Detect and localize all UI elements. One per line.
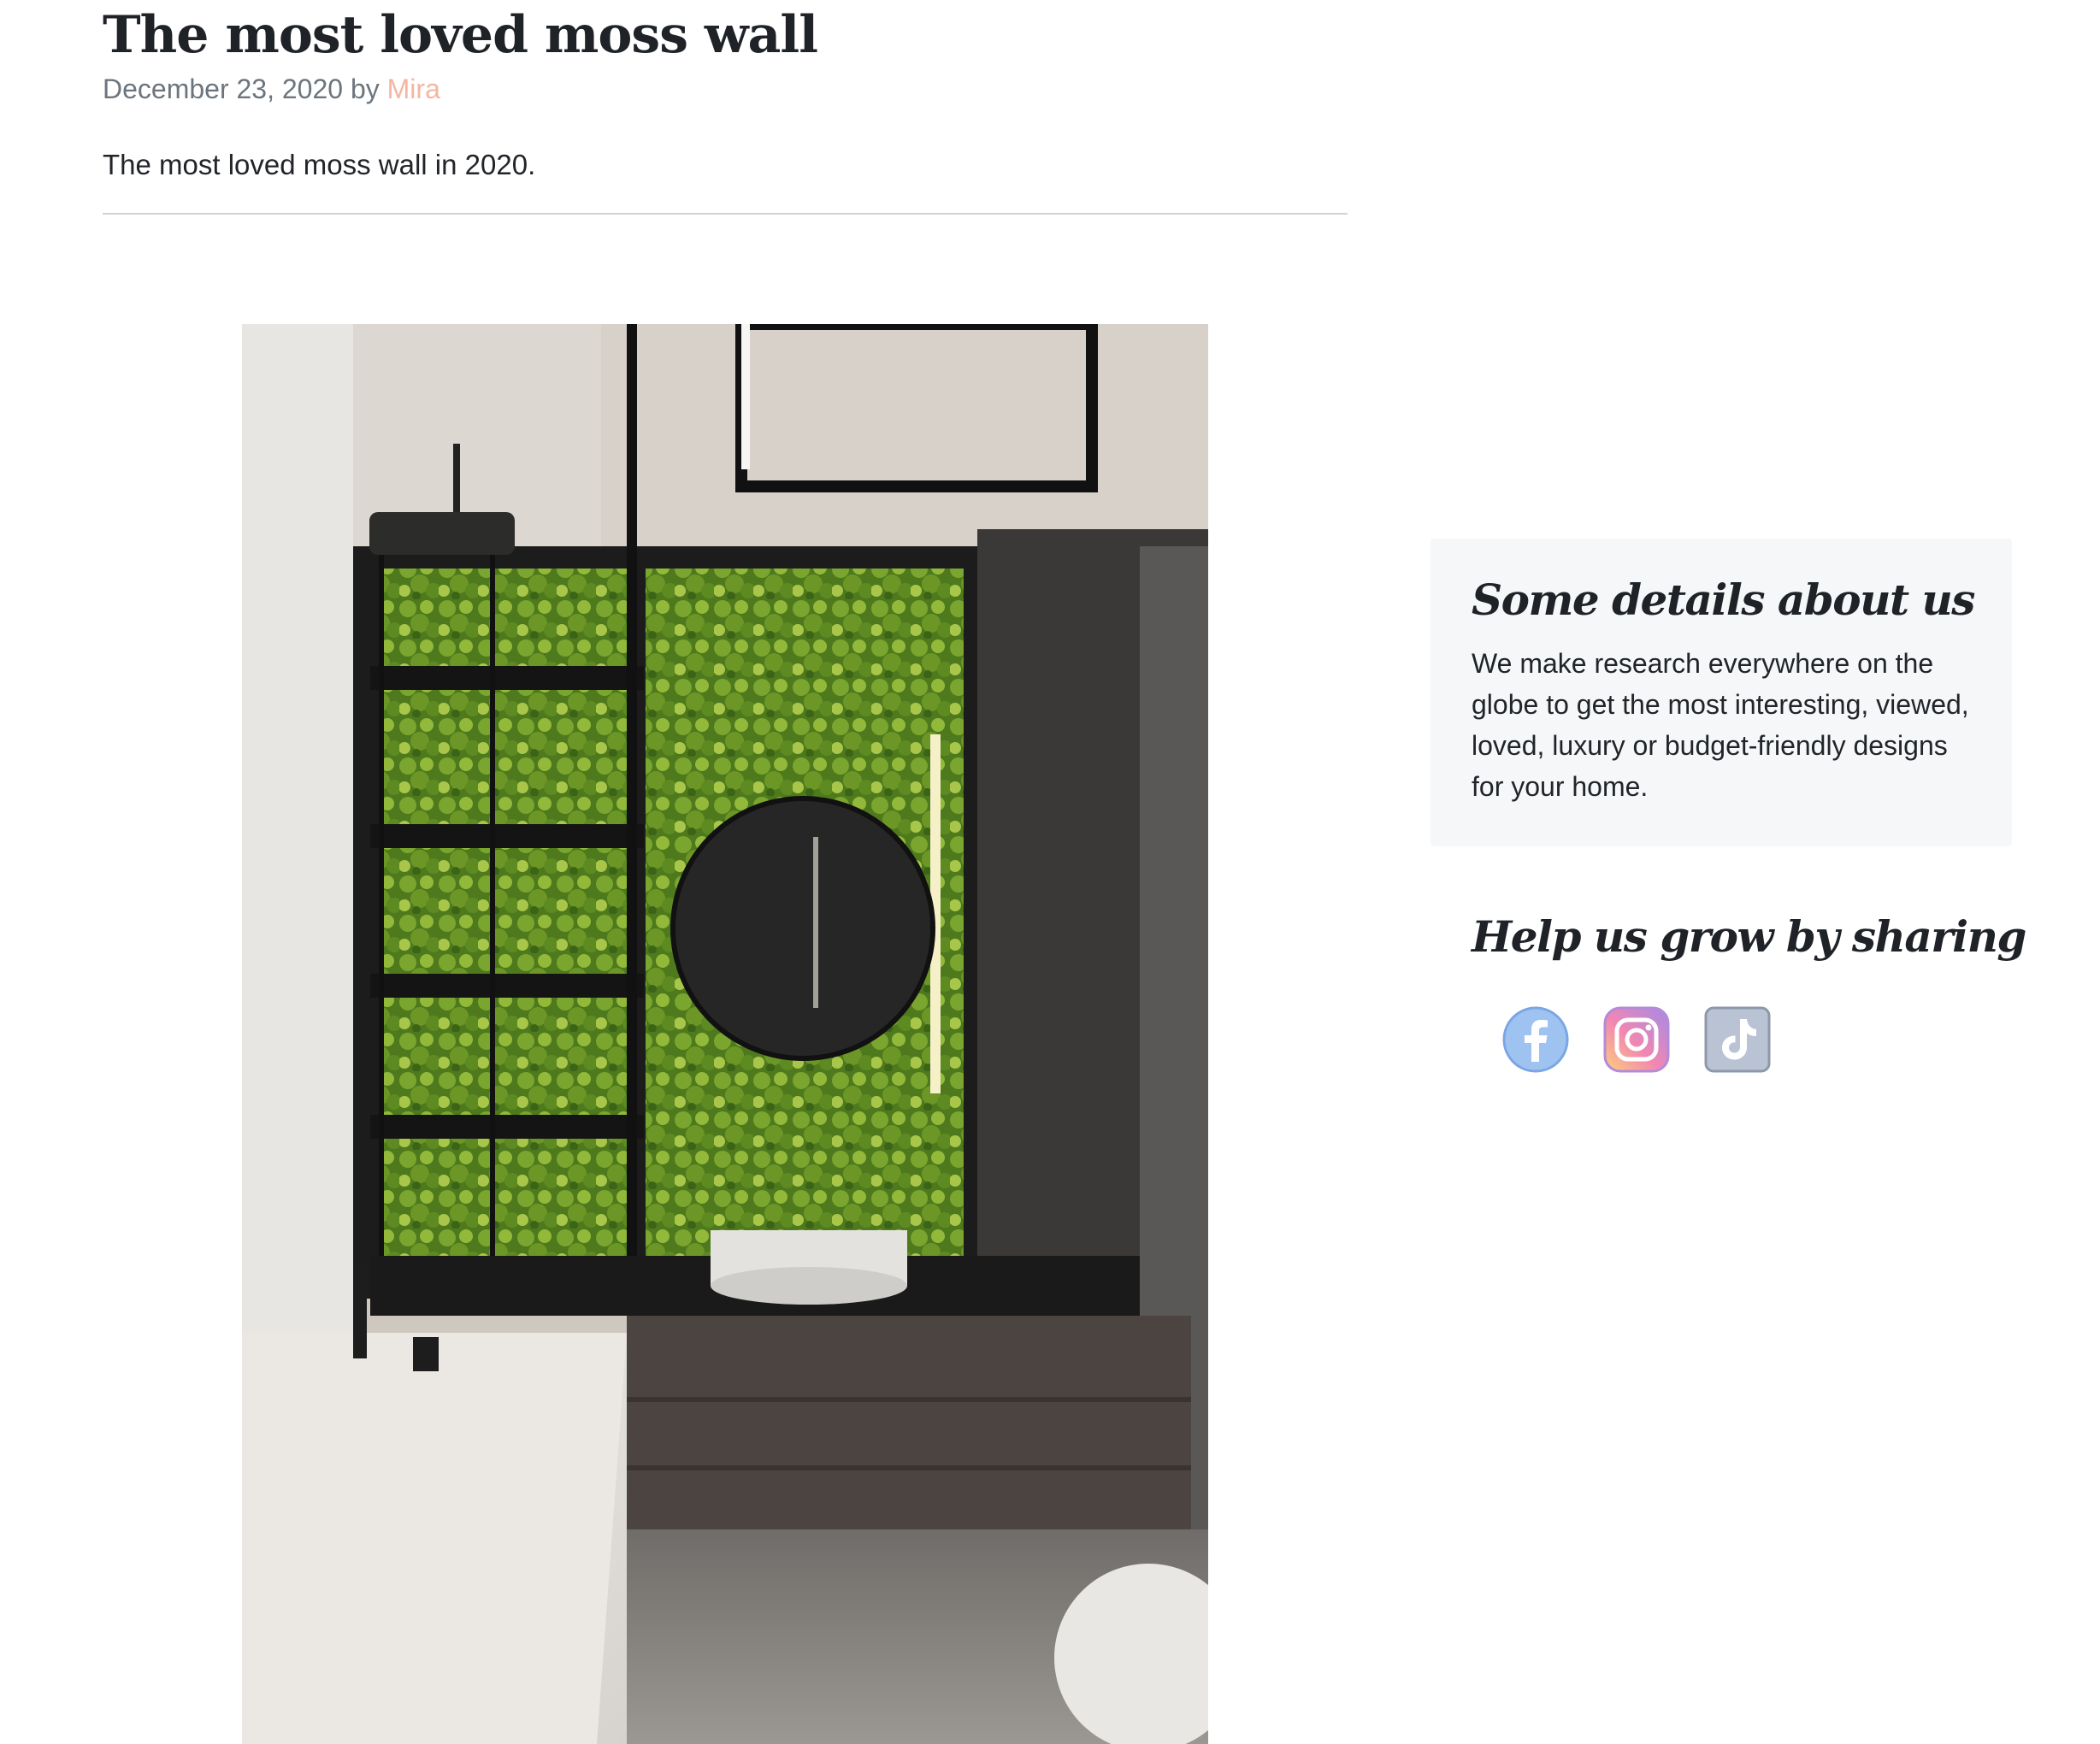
post-date: December 23, 2020 by (103, 74, 387, 104)
tiktok-icon[interactable] (1703, 1005, 1772, 1074)
instagram-icon[interactable] (1602, 1005, 1671, 1074)
post-title: The most loved moss wall (103, 5, 818, 65)
facebook-icon[interactable] (1501, 1005, 1570, 1074)
about-title: Some details about us (1472, 574, 1975, 625)
post-meta: December 23, 2020 by Mira (103, 74, 440, 105)
divider (103, 213, 1348, 215)
share-title: Help us grow by sharing (1472, 911, 2026, 962)
about-box: Some details about us We make research e… (1430, 539, 2012, 846)
post-summary: The most loved moss wall in 2020. (103, 149, 536, 180)
hero-image (242, 324, 1208, 1744)
author-link[interactable]: Mira (387, 74, 440, 104)
about-text: We make research everywhere on the globe… (1472, 648, 1969, 802)
